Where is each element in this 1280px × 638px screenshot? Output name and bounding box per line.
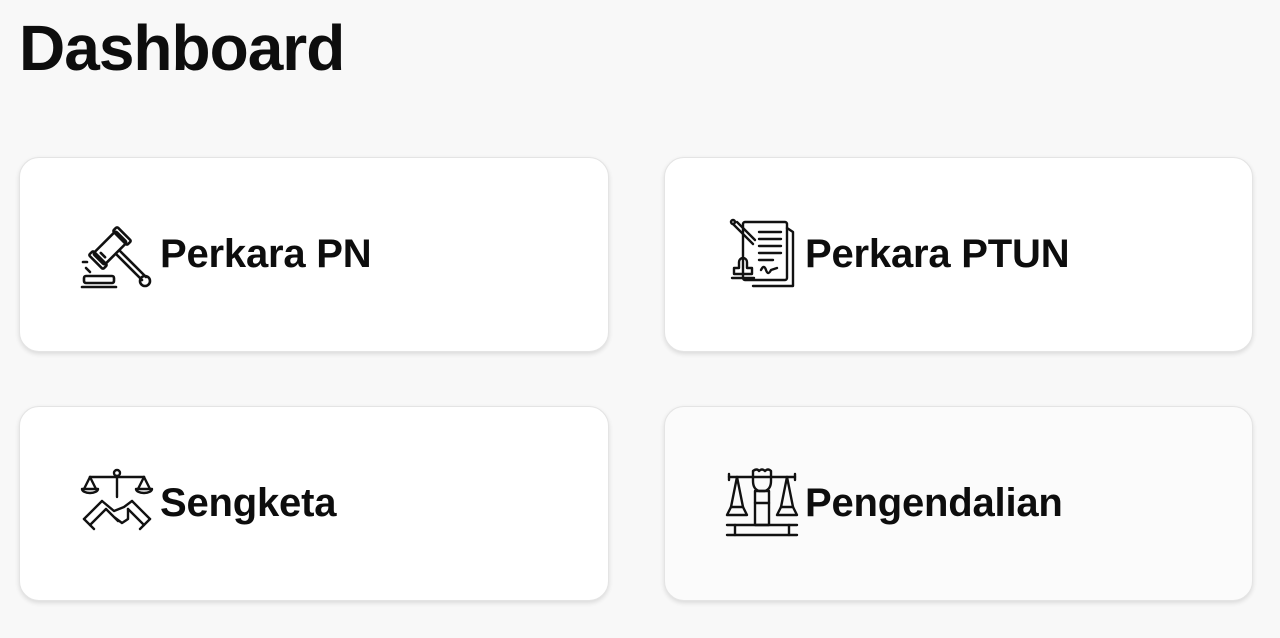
card-perkara-ptun[interactable]: Perkara PTUN	[664, 157, 1253, 352]
justice-handshake-icon	[80, 467, 154, 541]
card-label: Perkara PN	[160, 232, 372, 276]
card-sengketa[interactable]: Sengketa	[19, 406, 609, 601]
document-stamp-icon	[725, 218, 799, 292]
fist-scales-icon	[725, 467, 799, 541]
card-label: Sengketa	[160, 481, 337, 525]
gavel-icon	[80, 218, 154, 292]
card-label: Pengendalian	[805, 481, 1063, 525]
page-title: Dashboard	[19, 12, 345, 84]
dashboard-page: Dashboard Perkara PN Perkara PTUN Sengke…	[0, 0, 1280, 638]
card-label: Perkara PTUN	[805, 232, 1070, 276]
card-perkara-pn[interactable]: Perkara PN	[19, 157, 609, 352]
card-pengendalian[interactable]: Pengendalian	[664, 406, 1253, 601]
